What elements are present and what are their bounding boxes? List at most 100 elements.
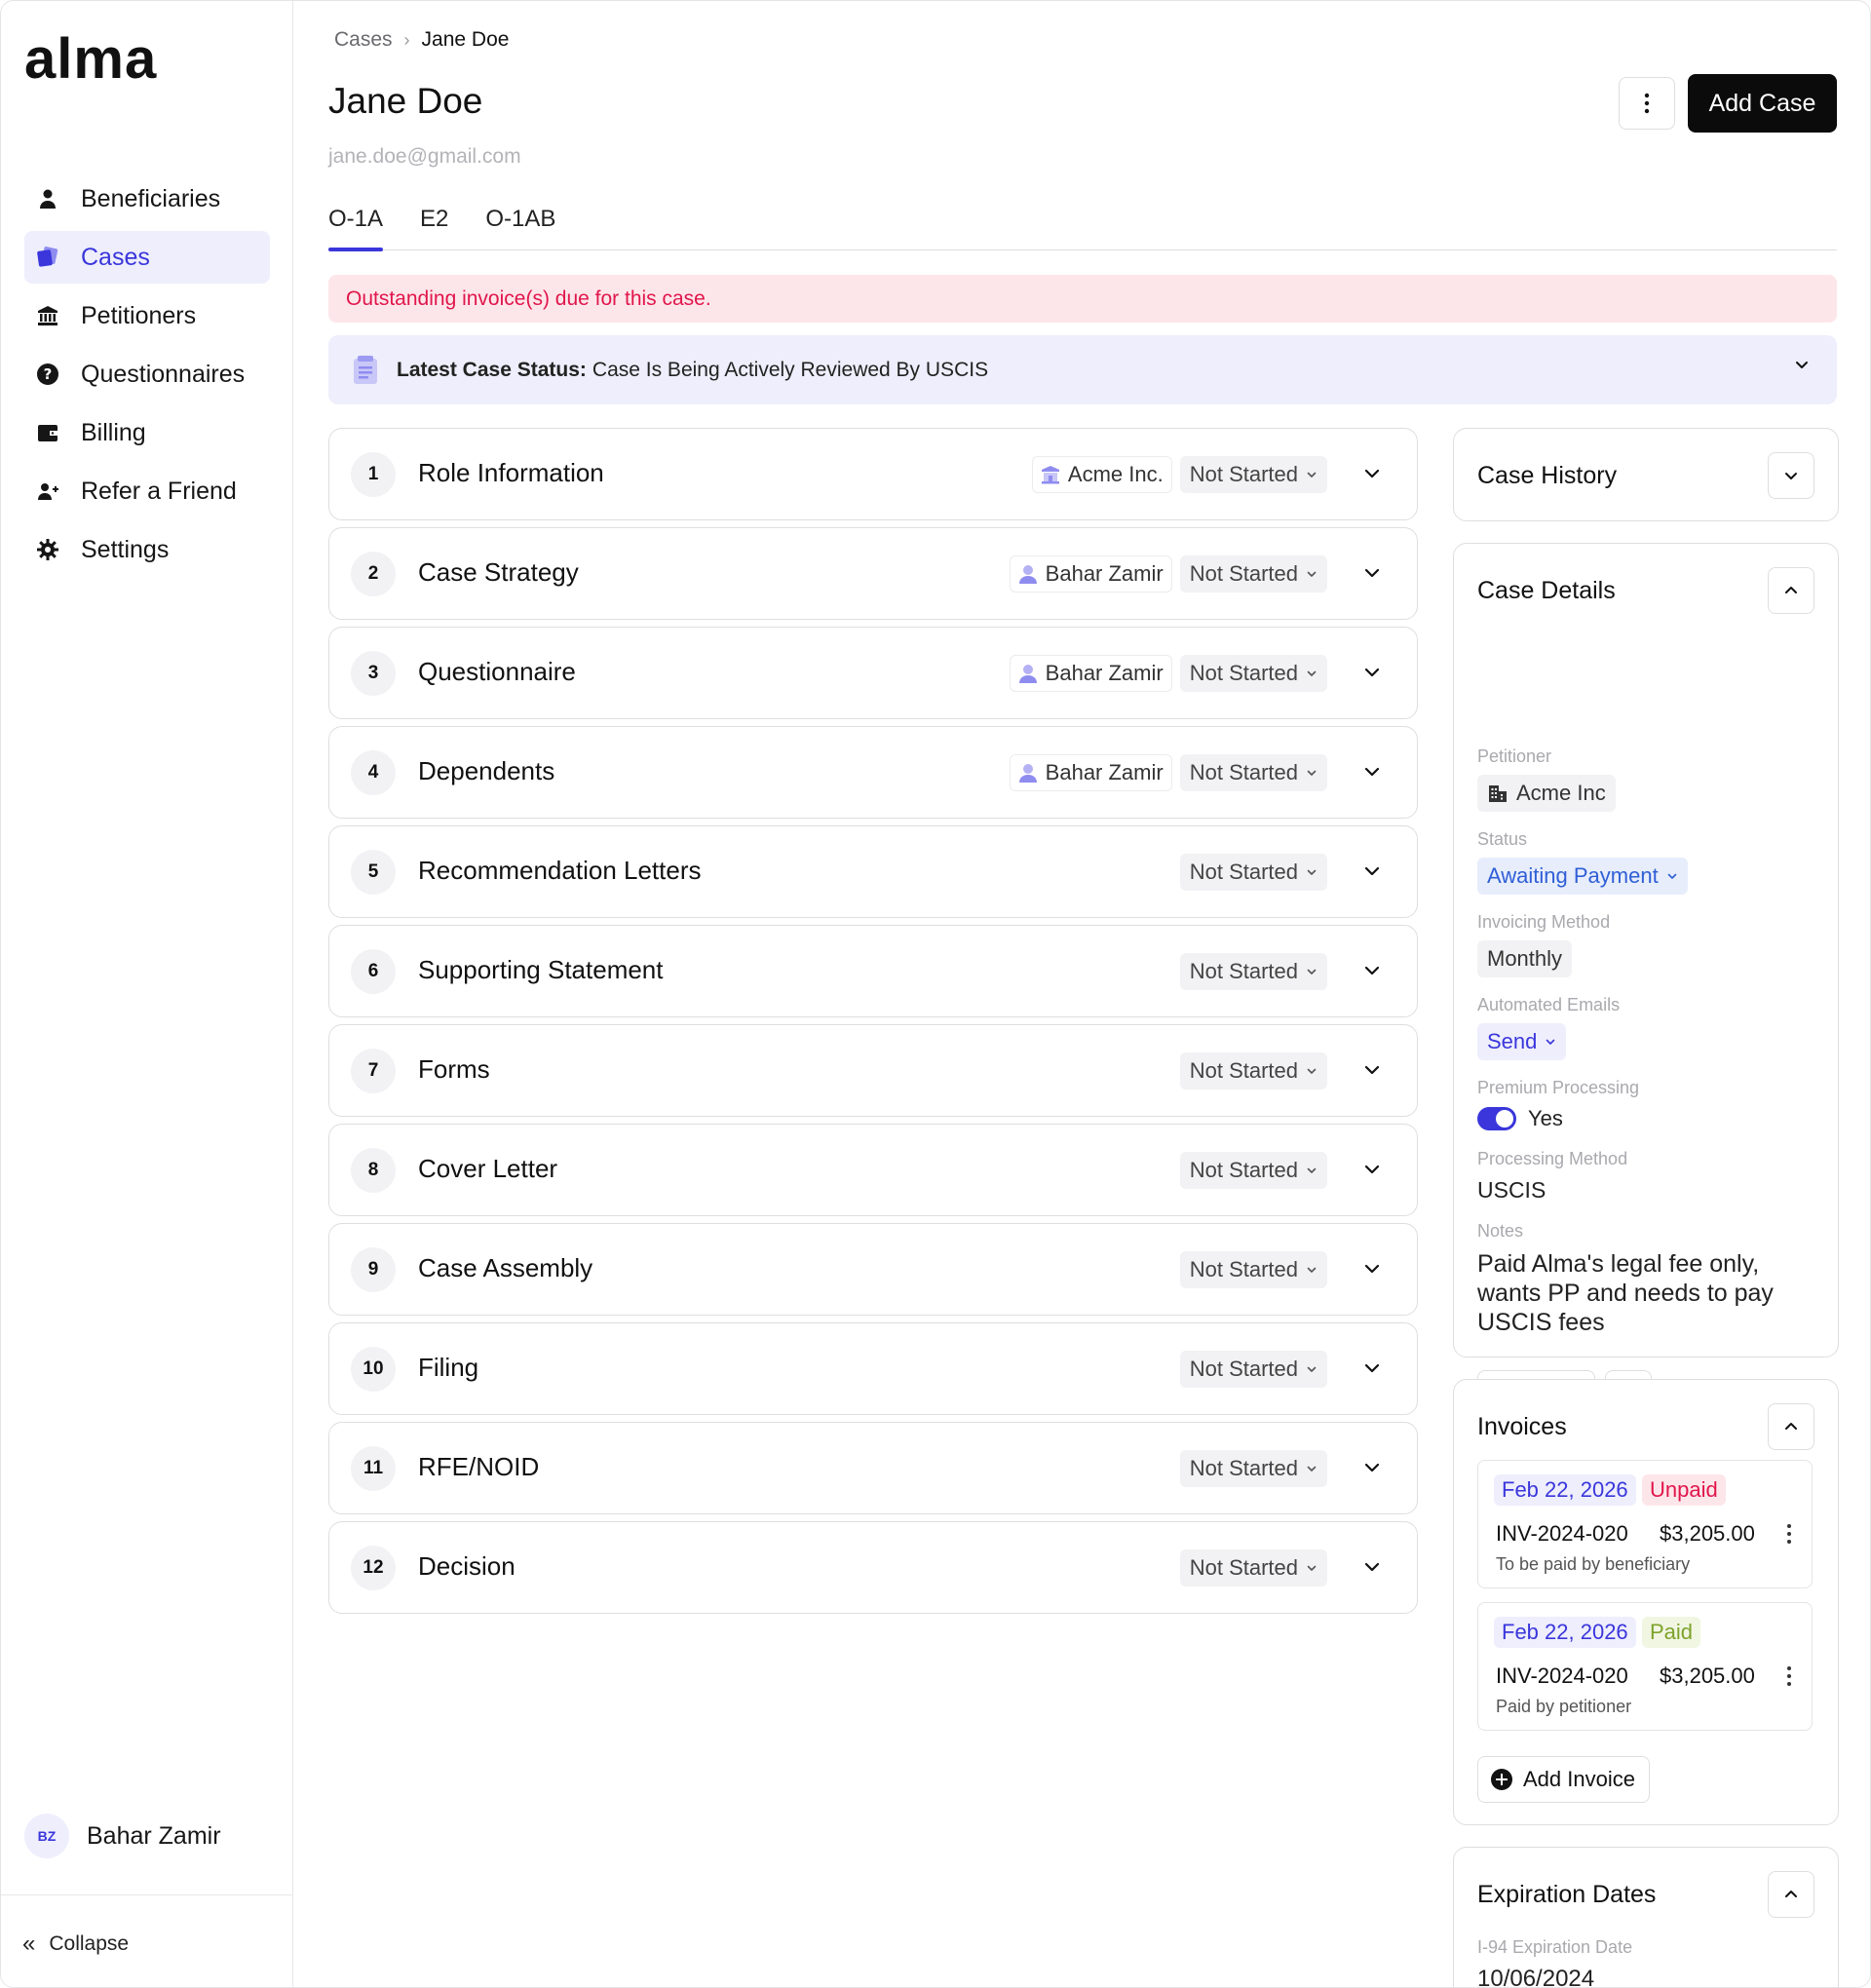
step-recommendation-letters[interactable]: 5 Recommendation Letters Not Started	[328, 825, 1418, 918]
add-case-button[interactable]: Add Case	[1688, 74, 1837, 133]
step-title: Case Assembly	[418, 1253, 593, 1282]
sidebar-item-settings[interactable]: Settings	[24, 523, 270, 576]
invoice-item[interactable]: Feb 22, 2026 Paid INV-2024-020 $3,205.00…	[1477, 1602, 1813, 1731]
svg-text:?: ?	[44, 365, 53, 383]
processing-method-value: USCIS	[1477, 1177, 1546, 1203]
expand-chevron-icon[interactable]	[1362, 464, 1382, 483]
invoice-date: Feb 22, 2026	[1494, 1474, 1636, 1506]
tab-o-1ab[interactable]: O-1AB	[485, 202, 555, 250]
petitioner-chip[interactable]: Acme Inc	[1477, 775, 1616, 812]
invoices-title: Invoices	[1477, 1413, 1567, 1440]
collapse-button[interactable]: « Collapse	[22, 1931, 129, 1958]
field-label: Premium Processing	[1477, 1078, 1640, 1097]
step-dependents[interactable]: 4 Dependents Bahar Zamir Not Started	[328, 726, 1418, 819]
sidebar-item-questionnaires[interactable]: ? Questionnaires	[24, 348, 270, 401]
i94-field: I-94 Expiration Date 10/06/2024	[1477, 1937, 1632, 1987]
app-window: alma Beneficiaries Cases Petitioners ? Q…	[0, 0, 1871, 1988]
sidebar-item-petitioners[interactable]: Petitioners	[24, 289, 270, 342]
invoicing-method-chip[interactable]: Monthly	[1477, 940, 1573, 977]
invoice-payer-note: Paid by petitioner	[1496, 1697, 1632, 1716]
sidebar-item-billing[interactable]: Billing	[24, 406, 270, 459]
sidebar-item-label: Beneficiaries	[81, 184, 221, 212]
expand-chevron-icon[interactable]	[1362, 861, 1382, 881]
collapse-bar: « Collapse	[1, 1894, 293, 1987]
premium-processing-toggle[interactable]	[1477, 1107, 1516, 1130]
gear-icon	[36, 538, 59, 561]
sidebar-item-beneficiaries[interactable]: Beneficiaries	[24, 172, 270, 225]
person-avatar-icon	[1018, 665, 1037, 683]
tab-o-1a[interactable]: O-1A	[328, 202, 384, 251]
expand-chevron-icon[interactable]	[1362, 563, 1382, 583]
owner-chip[interactable]: Acme Inc.	[1031, 456, 1172, 493]
person-avatar-icon	[1018, 764, 1037, 783]
step-role-information[interactable]: 1 Role Information Acme Inc. Not Started	[328, 428, 1418, 520]
step-forms[interactable]: 7 Forms Not Started	[328, 1024, 1418, 1117]
field-label: Status	[1477, 829, 1528, 849]
expand-chevron-icon[interactable]	[1362, 1160, 1382, 1179]
expand-chevron-icon[interactable]	[1362, 1557, 1382, 1577]
case-details-collapse-button[interactable]	[1768, 567, 1814, 614]
step-cover-letter[interactable]: 8 Cover Letter Not Started	[328, 1124, 1418, 1216]
case-history-expand-button[interactable]	[1768, 452, 1814, 499]
step-case-assembly[interactable]: 9 Case Assembly Not Started	[328, 1223, 1418, 1316]
sidebar-item-cases[interactable]: Cases	[24, 231, 270, 284]
automated-emails-dropdown[interactable]: Send	[1477, 1023, 1567, 1060]
expand-chevron-icon[interactable]	[1362, 663, 1382, 682]
sidebar-item-refer-a-friend[interactable]: Refer a Friend	[24, 465, 270, 517]
expand-chevron-icon[interactable]	[1362, 961, 1382, 980]
breadcrumb-root[interactable]: Cases	[334, 28, 393, 52]
owner-chip[interactable]: Bahar Zamir	[1009, 655, 1172, 692]
step-case-strategy[interactable]: 2 Case Strategy Bahar Zamir Not Started	[328, 527, 1418, 620]
step-status-dropdown[interactable]: Not Started	[1179, 1549, 1327, 1587]
step-status-dropdown[interactable]: Not Started	[1179, 1450, 1327, 1487]
step-status-dropdown[interactable]: Not Started	[1179, 1351, 1327, 1388]
expiration-collapse-button[interactable]	[1768, 1871, 1814, 1918]
alma-logo[interactable]: alma	[24, 30, 157, 89]
more-options-button[interactable]	[1619, 77, 1675, 130]
case-status-dropdown[interactable]: Awaiting Payment	[1477, 858, 1688, 895]
step-supporting-statement[interactable]: 6 Supporting Statement Not Started	[328, 925, 1418, 1017]
step-status-dropdown[interactable]: Not Started	[1179, 754, 1327, 791]
expand-chevron-icon[interactable]	[1362, 1060, 1382, 1080]
chevron-down-icon	[1546, 1039, 1555, 1045]
alert-text: Outstanding invoice(s) due for this case…	[346, 287, 711, 310]
status-label: Not Started	[1189, 860, 1298, 884]
tab-e2[interactable]: E2	[420, 202, 448, 250]
step-rfe-noid[interactable]: 11 RFE/NOID Not Started	[328, 1422, 1418, 1514]
owner-chip[interactable]: Bahar Zamir	[1009, 754, 1172, 791]
step-status-dropdown[interactable]: Not Started	[1179, 1052, 1327, 1090]
latest-case-status[interactable]: Latest Case Status: Case Is Being Active…	[328, 335, 1837, 404]
step-questionnaire[interactable]: 3 Questionnaire Bahar Zamir Not Started	[328, 627, 1418, 719]
step-status-dropdown[interactable]: Not Started	[1179, 1152, 1327, 1189]
status-label: Not Started	[1189, 1357, 1298, 1381]
step-filing[interactable]: 10 Filing Not Started	[328, 1322, 1418, 1415]
expand-chevron-icon[interactable]	[1362, 762, 1382, 782]
sidebar-item-label: Refer a Friend	[81, 477, 237, 505]
step-status-dropdown[interactable]: Not Started	[1179, 953, 1327, 990]
sidebar-nav: Beneficiaries Cases Petitioners ? Questi…	[24, 172, 270, 582]
step-status-dropdown[interactable]: Not Started	[1179, 1251, 1327, 1288]
add-invoice-button[interactable]: Add Invoice	[1477, 1756, 1650, 1803]
sidebar-item-label: Settings	[81, 535, 170, 563]
step-status-dropdown[interactable]: Not Started	[1179, 555, 1327, 593]
expiration-dates-title: Expiration Dates	[1477, 1881, 1657, 1908]
expand-chevron-icon[interactable]	[1362, 1358, 1382, 1378]
chevron-up-icon	[1785, 1891, 1797, 1897]
user-profile[interactable]: BZ Bahar Zamir	[24, 1814, 221, 1858]
owner-chip[interactable]: Bahar Zamir	[1009, 555, 1172, 593]
case-details-card: Case Details Petitioner Acme Inc Status	[1453, 543, 1839, 1417]
expand-chevron-icon[interactable]	[1362, 1458, 1382, 1477]
main-content: Cases › Jane Doe Jane Doe jane.doe@gmail…	[293, 1, 1870, 1987]
kebab-icon[interactable]	[1786, 1523, 1792, 1545]
step-status-dropdown[interactable]: Not Started	[1179, 456, 1327, 493]
invoices-collapse-button[interactable]	[1768, 1403, 1814, 1450]
field-label: Petitioner	[1477, 746, 1552, 766]
kebab-icon[interactable]	[1786, 1665, 1792, 1687]
status-label: Not Started	[1189, 561, 1298, 586]
step-status-dropdown[interactable]: Not Started	[1179, 854, 1327, 891]
invoice-item[interactable]: Feb 22, 2026 Unpaid INV-2024-020 $3,205.…	[1477, 1460, 1813, 1588]
automated-emails-text: Send	[1487, 1029, 1538, 1053]
step-status-dropdown[interactable]: Not Started	[1179, 655, 1327, 692]
step-decision[interactable]: 12 Decision Not Started	[328, 1521, 1418, 1614]
expand-chevron-icon[interactable]	[1362, 1259, 1382, 1279]
